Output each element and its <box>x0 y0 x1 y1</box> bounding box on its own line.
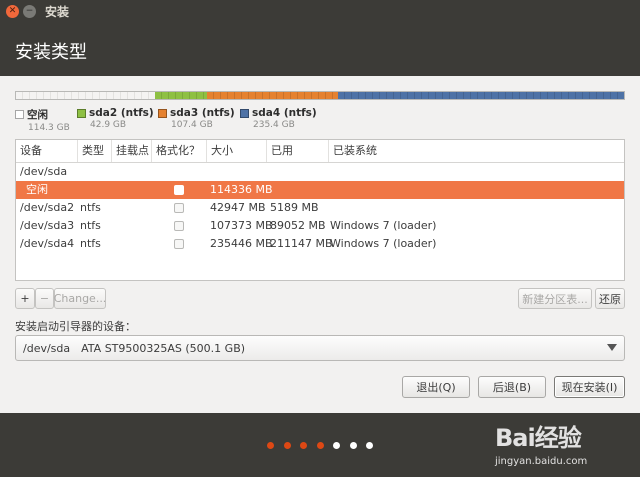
cell-device: 空闲 <box>26 183 48 196</box>
cell-system: Windows 7 (loader) <box>330 237 437 250</box>
quit-button[interactable]: 退出(Q) <box>402 376 470 398</box>
partition-bar-segment <box>16 92 155 99</box>
legend-item: sda3 (ntfs) 107.4 GB <box>158 107 235 130</box>
progress-dot <box>349 442 357 449</box>
legend-label: sda4 (ntfs) <box>252 107 317 119</box>
new-partition-table-button[interactable]: 新建分区表... <box>518 288 592 309</box>
add-partition-button[interactable]: + <box>15 288 35 309</box>
legend-swatch <box>158 108 167 118</box>
main-content: 空闲 114.3 GB sda2 (ntfs) 42.9 GB sda3 (ntfs) 1… <box>0 76 640 413</box>
cell-type: ntfs <box>80 219 101 232</box>
partition-bar-segment <box>337 92 624 99</box>
column-header-type[interactable]: 类型 <box>78 140 112 162</box>
dropdown-arrow-icon <box>607 344 617 351</box>
partition-bar-segment <box>207 92 338 99</box>
cell-used: 89052 MB <box>270 219 326 232</box>
table-header: 设备 类型 挂载点 格式化？ 大小 已用 已装系统 <box>16 140 624 163</box>
cell-size: 107373 MB <box>210 219 273 232</box>
table-row[interactable]: /dev/sda2 ntfs 42947 MB 5189 MB <box>16 199 624 217</box>
legend-swatch <box>77 108 86 118</box>
legend-label: sda3 (ntfs) <box>170 107 235 119</box>
bootloader-label: 安装启动引导器的设备： <box>15 320 136 333</box>
table-row[interactable]: /dev/sda4 ntfs 235446 MB 211147 MB Windo… <box>16 235 624 253</box>
format-checkbox[interactable] <box>174 185 184 195</box>
cell-size: 42947 MB <box>210 201 266 214</box>
column-header-used[interactable]: 已用 <box>267 140 329 162</box>
table-row[interactable]: 空闲 114336 MB <box>16 181 624 199</box>
cell-type: ntfs <box>80 237 101 250</box>
partition-controls: + − Change... 新建分区表... 还原 <box>15 288 625 310</box>
bootloader-device-description: ATA ST9500325AS (500.1 GB) <box>81 341 246 355</box>
partition-legend: 空闲 114.3 GB sda2 (ntfs) 42.9 GB sda3 (ntfs) 1… <box>15 107 625 135</box>
install-now-button[interactable]: 现在安装(I) <box>554 376 625 398</box>
page-header: 安装类型 <box>0 22 640 76</box>
column-header-format[interactable]: 格式化？ <box>152 140 207 162</box>
bootloader-device-select[interactable]: /dev/sda ATA ST9500325AS (500.1 GB) <box>15 335 625 361</box>
progress-dot <box>300 442 307 449</box>
watermark-logo: Bai经验 <box>495 424 582 452</box>
format-checkbox[interactable] <box>174 221 184 231</box>
cell-size: 114336 MB <box>210 183 273 196</box>
progress-dot <box>366 442 373 449</box>
cell-device: /dev/sda2 <box>20 201 75 214</box>
legend-size: 42.9 GB <box>90 120 127 130</box>
back-button[interactable]: 后退(B) <box>478 376 546 398</box>
column-header-system[interactable]: 已装系统 <box>329 140 624 162</box>
title-bar: ✕ − 安装 <box>0 0 640 22</box>
revert-button[interactable]: 还原 <box>595 288 625 309</box>
column-header-mount[interactable]: 挂载点 <box>112 140 152 162</box>
legend-label: sda2 (ntfs) <box>89 107 154 119</box>
column-header-size[interactable]: 大小 <box>207 140 267 162</box>
legend-item: 空闲 114.3 GB <box>15 107 70 133</box>
cell-used: 5189 MB <box>270 201 319 214</box>
legend-label: 空闲 <box>27 109 48 121</box>
cell-size: 235446 MB <box>210 237 273 250</box>
remove-partition-button[interactable]: − <box>35 288 54 309</box>
partition-table[interactable]: 设备 类型 挂载点 格式化？ 大小 已用 已装系统 /dev/sda 空闲 11… <box>15 139 625 281</box>
format-checkbox[interactable] <box>174 203 184 213</box>
progress-dot <box>316 442 324 449</box>
legend-size: 114.3 GB <box>28 123 70 133</box>
progress-dot <box>267 442 274 449</box>
legend-size: 107.4 GB <box>171 120 213 130</box>
table-row[interactable]: /dev/sda3 ntfs 107373 MB 89052 MB Window… <box>16 217 624 235</box>
progress-dot <box>333 442 340 449</box>
close-icon[interactable]: ✕ <box>6 4 19 18</box>
window-title: 安装 <box>45 4 70 19</box>
progress-dot <box>283 442 291 449</box>
change-partition-button[interactable]: Change... <box>54 288 106 309</box>
legend-item: sda4 (ntfs) 235.4 GB <box>240 107 317 130</box>
watermark: Bai经验 jingyan.baidu.com <box>495 418 587 467</box>
cell-device: /dev/sda4 <box>20 237 75 250</box>
partition-bar <box>15 91 625 100</box>
legend-size: 235.4 GB <box>253 120 295 130</box>
page-title: 安装类型 <box>15 42 87 63</box>
format-checkbox[interactable] <box>174 239 184 249</box>
cell-device: /dev/sda3 <box>20 219 75 232</box>
cell-used: 211147 MB <box>270 237 333 250</box>
column-header-device[interactable]: 设备 <box>16 140 78 162</box>
legend-swatch <box>15 110 24 119</box>
cell-system: Windows 7 (loader) <box>330 219 437 232</box>
cell-type: ntfs <box>80 201 101 214</box>
watermark-url: jingyan.baidu.com <box>495 456 588 467</box>
legend-item: sda2 (ntfs) 42.9 GB <box>77 107 154 130</box>
device-row[interactable]: /dev/sda <box>16 163 624 181</box>
legend-swatch <box>240 108 249 118</box>
bootloader-device: /dev/sda <box>23 341 71 355</box>
minimize-icon[interactable]: − <box>23 4 36 18</box>
partition-bar-segment <box>154 92 208 99</box>
